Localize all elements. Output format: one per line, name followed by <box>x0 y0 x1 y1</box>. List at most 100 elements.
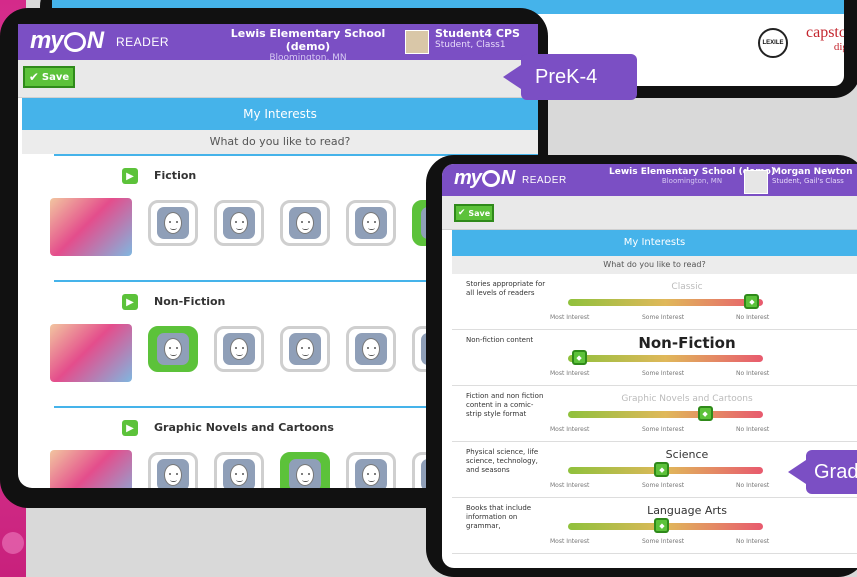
category-thumbnail <box>50 450 132 488</box>
decorative-dot <box>2 532 24 554</box>
check-icon: ✔ <box>28 70 39 84</box>
prek-toolbar: ✔ Save <box>18 60 538 98</box>
interest-slider[interactable] <box>568 355 763 362</box>
interest-slider-row: Non-fiction content Non-Fiction ◆ Most Inte… <box>452 330 857 386</box>
slider-handle[interactable]: ◆ <box>654 518 670 533</box>
avatar[interactable] <box>744 170 768 194</box>
face-rating-button[interactable] <box>346 452 396 488</box>
speaker-icon[interactable]: ▶ <box>122 294 138 310</box>
category-title: Science <box>665 448 709 461</box>
prek-callout: PreK-4 <box>503 54 637 100</box>
user-info[interactable]: Morgan Newton Student, Gail's Class <box>772 167 852 185</box>
save-button[interactable]: ✔ Save <box>454 204 494 222</box>
user-role: Student, Class1 <box>435 40 506 50</box>
category-name: Non-Fiction <box>154 295 226 308</box>
tick-no: No Interest <box>736 482 770 489</box>
user-name: Student4 CPS <box>435 27 520 40</box>
interest-slider-row: Books that include information on gramma… <box>452 498 857 554</box>
face-rating-button[interactable] <box>280 200 330 246</box>
slider-handle[interactable]: ◆ <box>571 350 587 365</box>
face-rating-button[interactable] <box>214 452 264 488</box>
face-rating-button[interactable] <box>346 200 396 246</box>
user-info[interactable]: Student4 CPS Student, Class1 <box>435 27 520 50</box>
avatar[interactable] <box>405 30 429 54</box>
page-title: My Interests <box>22 98 538 130</box>
face-icon <box>164 338 182 360</box>
face-rating-button[interactable] <box>148 452 198 488</box>
slider-handle[interactable]: ◆ <box>744 294 760 309</box>
face-icon <box>164 212 182 234</box>
tick-most: Most Interest <box>550 370 590 377</box>
face-rating-button[interactable] <box>148 200 198 246</box>
grade-callout: Grad <box>788 450 857 494</box>
face-icon <box>296 464 314 486</box>
slider-handle[interactable]: ◆ <box>654 462 670 477</box>
face-rating-button[interactable] <box>280 326 330 372</box>
tick-no: No Interest <box>736 426 770 433</box>
speaker-icon[interactable]: ▶ <box>122 168 138 184</box>
category-title: Graphic Novels and Cartoons <box>621 394 753 404</box>
page-subtitle: What do you like to read? <box>22 130 538 154</box>
interest-slider[interactable] <box>568 411 763 418</box>
category-name: Fiction <box>154 169 197 182</box>
face-icon <box>362 212 380 234</box>
reader-label: READER <box>522 175 567 186</box>
face-icon <box>230 212 248 234</box>
grade-callout-label: Grad <box>814 460 857 483</box>
tick-no: No Interest <box>736 314 770 321</box>
capstone-logo: capstone digital <box>806 24 844 54</box>
grade-screen: my N READER Lewis Elementary School (demo… <box>442 164 857 568</box>
capstone-label: capstone <box>806 24 844 41</box>
tick-some: Some Interest <box>642 482 685 489</box>
category-description: Stories appropriate for all levels of re… <box>466 280 546 297</box>
face-icon <box>164 464 182 486</box>
face-icon <box>230 464 248 486</box>
tick-most: Most Interest <box>550 314 590 321</box>
page-subtitle: What do you like to read? <box>452 256 857 274</box>
category-description: Physical science, life science, technolo… <box>466 448 539 474</box>
category-description: Books that include information on gramma… <box>466 504 532 530</box>
tick-some: Some Interest <box>642 426 685 433</box>
face-rating-button[interactable] <box>346 326 396 372</box>
capstone-sub-label: digital <box>833 41 844 53</box>
interest-slider-row: Fiction and non fiction content in a com… <box>452 386 857 442</box>
face-icon <box>230 338 248 360</box>
category-description: Non-fiction content <box>466 336 534 344</box>
face-rating-button[interactable] <box>214 326 264 372</box>
user-role: Student, Gail's Class <box>772 177 844 185</box>
school-label: Lewis Elementary School (demo) <box>230 27 386 53</box>
prek-header: my N READER Lewis Elementary School (demo… <box>18 24 538 63</box>
reader-label: READER <box>116 35 170 49</box>
save-button[interactable]: ✔ Save <box>23 66 75 88</box>
tick-some: Some Interest <box>642 314 685 321</box>
category-title: Non-Fiction <box>638 334 736 352</box>
interest-slider-row: Stories appropriate for all levels of re… <box>452 274 857 330</box>
tick-most: Most Interest <box>550 426 590 433</box>
page-title: My Interests <box>452 230 857 256</box>
tick-some: Some Interest <box>642 538 685 545</box>
category-thumbnail <box>50 198 132 256</box>
save-label: Save <box>468 208 491 218</box>
school-name: Lewis Elementary School (demo) Bloomingt… <box>208 27 408 63</box>
tick-no: No Interest <box>736 370 770 377</box>
face-rating-button[interactable] <box>214 200 264 246</box>
category-name: Graphic Novels and Cartoons <box>154 421 334 434</box>
face-rating-button[interactable] <box>148 326 198 372</box>
slider-handle[interactable]: ◆ <box>697 406 713 421</box>
prek-callout-label: PreK-4 <box>535 65 598 88</box>
speaker-icon[interactable]: ▶ <box>122 420 138 436</box>
face-icon <box>296 212 314 234</box>
interest-slider[interactable] <box>568 299 763 306</box>
tick-most: Most Interest <box>550 482 590 489</box>
category-title: Language Arts <box>647 504 727 517</box>
grade-header: my N READER Lewis Elementary School (demo… <box>442 164 857 196</box>
face-icon <box>362 338 380 360</box>
myon-logo: my N <box>30 27 104 54</box>
face-icon <box>296 338 314 360</box>
category-description: Fiction and non fiction content in a com… <box>466 392 544 418</box>
tick-some: Some Interest <box>642 370 685 377</box>
category-thumbnail <box>50 324 132 382</box>
face-rating-button[interactable] <box>280 452 330 488</box>
lexile-logo: LEXILE <box>758 28 788 58</box>
myon-logo: my N <box>454 167 515 189</box>
